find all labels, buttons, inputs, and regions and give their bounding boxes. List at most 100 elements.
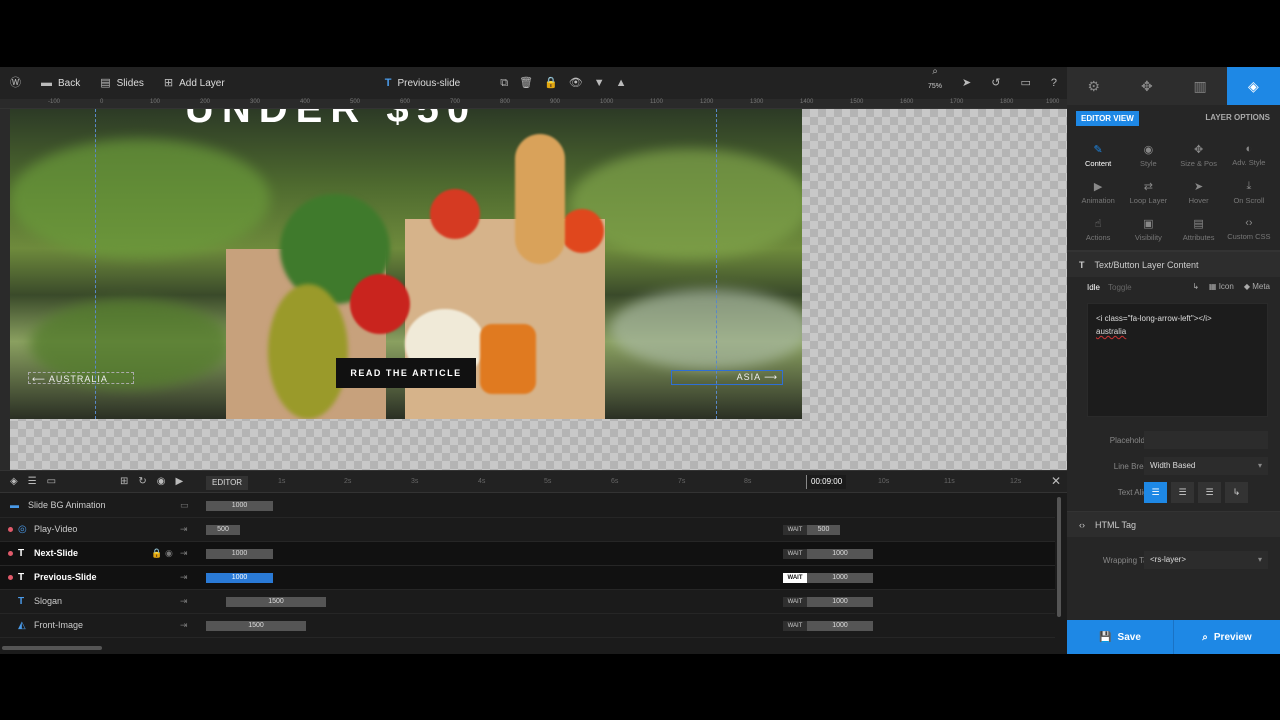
tab-slides[interactable]: ▥ xyxy=(1174,67,1227,105)
icon-button[interactable]: ▦ Icon xyxy=(1209,282,1234,291)
option-on-scroll[interactable]: ⤓ On Scroll xyxy=(1224,176,1274,209)
tab-layers[interactable]: ◈ xyxy=(1226,67,1280,105)
arrow-end-icon[interactable]: ⇥ xyxy=(180,572,188,583)
help-button[interactable]: ? xyxy=(1041,67,1067,99)
folder-icon[interactable]: ▭ xyxy=(47,476,56,487)
option-loop-layer[interactable]: ⇄ Loop Layer xyxy=(1123,176,1173,209)
wait-marker[interactable]: WAIT xyxy=(783,525,807,535)
option-animation[interactable]: ▶ Animation xyxy=(1073,176,1123,209)
end-bar[interactable]: 1000 xyxy=(807,597,873,607)
previous-slide-layer[interactable]: ⟵ AUSTRALIA xyxy=(28,372,134,384)
align-center-icon[interactable]: ☰ xyxy=(1171,482,1194,503)
option-adv-style[interactable]: ◐ Adv. Style xyxy=(1224,139,1274,172)
duplicate-icon[interactable]: ⧉ xyxy=(500,77,508,89)
list-icon[interactable]: ☰ xyxy=(28,476,37,487)
option-custom-css[interactable]: ‹› Custom CSS xyxy=(1224,213,1274,246)
option-label: Actions xyxy=(1085,233,1111,242)
html-tag-section-header[interactable]: ‹› HTML Tag xyxy=(1067,511,1280,537)
align-right-icon[interactable]: ☰ xyxy=(1198,482,1221,503)
editor-tab[interactable]: EDITOR xyxy=(206,476,249,490)
tab-settings[interactable]: ⚙ xyxy=(1067,67,1120,105)
line-break-icon[interactable]: ↳ xyxy=(1225,482,1248,503)
play-icon[interactable]: ▶ xyxy=(176,476,184,487)
timeline-row[interactable]: ▬ Slide BG Animation ▭ 1000 xyxy=(0,494,1055,518)
save-button[interactable]: 💾 Save xyxy=(1067,620,1173,654)
end-bar[interactable]: 1000 xyxy=(807,621,873,631)
end-bar[interactable]: 1000 xyxy=(807,549,873,559)
wrapping-tag-select[interactable]: <rs-layer> ▾ xyxy=(1144,551,1268,569)
lock-icon[interactable]: 🔒 xyxy=(544,77,558,89)
animation-bar[interactable]: 500 xyxy=(206,525,240,535)
animation-bar[interactable]: 1500 xyxy=(226,597,326,607)
slide-headline[interactable]: UNDER $50 xyxy=(185,109,477,132)
chevron-down-icon[interactable]: ▼ xyxy=(594,77,605,89)
close-icon[interactable]: ✕ xyxy=(1051,474,1061,488)
wait-marker[interactable]: WAIT xyxy=(783,573,807,583)
audio-icon[interactable]: ◉ xyxy=(157,476,166,487)
content-line: <i class="fa-long-arrow-left"></i> xyxy=(1096,314,1212,323)
select-tool-button[interactable]: ➤ xyxy=(952,67,981,99)
lock-icon[interactable]: 🔒 xyxy=(151,548,162,559)
zoom-button[interactable]: ⌕ 75% xyxy=(918,67,952,99)
timeline-row[interactable]: T Next-Slide 🔒 ◉ ⇥ 1000 WAIT 1000 xyxy=(0,542,1055,566)
timeline-vertical-scrollbar[interactable] xyxy=(1057,497,1061,617)
animation-bar[interactable]: 1500 xyxy=(206,621,306,631)
line-break-select[interactable]: Width Based ▾ xyxy=(1144,457,1268,475)
wait-marker[interactable]: WAIT xyxy=(783,621,807,631)
arrow-end-icon[interactable]: ⇥ xyxy=(180,548,188,559)
timeline-row[interactable]: T Previous-Slide ⇥ 1000 WAIT 1000 xyxy=(0,566,1055,590)
option-size-pos[interactable]: ✥ Size & Pos xyxy=(1174,139,1224,172)
preview-button[interactable]: ⌕ Preview xyxy=(1173,620,1280,654)
timeline-row[interactable]: ◭ Front-Image ⇥ 1500 WAIT 1000 xyxy=(0,614,1055,638)
option-content[interactable]: ✎ Content xyxy=(1073,139,1123,172)
canvas-stage[interactable]: UNDER $50 READ THE ARTICLE ⟵ AUSTRALIA A… xyxy=(10,109,1067,470)
end-bar[interactable]: 1000 xyxy=(807,573,873,583)
back-button[interactable]: ▬ Back xyxy=(31,67,90,99)
timeline-row[interactable]: T Slogan ⇥ 1500 WAIT 1000 xyxy=(0,590,1055,614)
option-actions[interactable]: ☝ Actions xyxy=(1073,213,1123,246)
folder-icon[interactable]: ▭ xyxy=(180,500,189,511)
line-break-icon[interactable]: ↳ xyxy=(1192,282,1199,291)
grid-icon[interactable]: ⊞ xyxy=(120,476,128,487)
delete-icon[interactable]: 🗑 xyxy=(519,77,533,89)
editor-view-badge[interactable]: EDITOR VIEW xyxy=(1076,111,1139,126)
timeline-row[interactable]: ◎ Play-Video ⇥ 500 WAIT 500 xyxy=(0,518,1055,542)
idle-tab[interactable]: Idle xyxy=(1087,283,1100,292)
meta-button[interactable]: ◆ Meta xyxy=(1244,282,1270,291)
layers-icon[interactable]: ◈ xyxy=(10,476,18,487)
slides-button[interactable]: ▤ Slides xyxy=(90,67,154,99)
option-style[interactable]: ◉ Style xyxy=(1123,139,1173,172)
toggle-tab[interactable]: Toggle xyxy=(1108,283,1132,292)
animation-bar[interactable]: 1000 xyxy=(206,549,273,559)
end-bar[interactable]: 500 xyxy=(807,525,840,535)
option-visibility[interactable]: ▣ Visibility xyxy=(1123,213,1173,246)
wait-marker[interactable]: WAIT xyxy=(783,549,807,559)
wordpress-button[interactable]: Ⓦ xyxy=(0,67,31,99)
device-button[interactable]: ▭ xyxy=(1010,67,1040,99)
align-left-icon[interactable]: ☰ xyxy=(1144,482,1167,503)
visibility-icon[interactable]: ◉ xyxy=(165,548,173,559)
refresh-icon[interactable]: ↻ xyxy=(138,476,146,487)
add-layer-button[interactable]: ⊞ Add Layer xyxy=(154,67,235,99)
content-section-header[interactable]: T Text/Button Layer Content xyxy=(1067,251,1280,277)
timeline-horizontal-scrollbar[interactable] xyxy=(2,646,102,650)
playhead[interactable]: 00:09:00 xyxy=(806,475,847,489)
current-layer-selector[interactable]: T Previous-slide xyxy=(375,67,471,99)
visibility-icon[interactable]: 👁 xyxy=(569,77,583,89)
chevron-up-icon[interactable]: ▲ xyxy=(616,77,627,89)
placeholder-input[interactable] xyxy=(1144,431,1268,449)
slide-canvas[interactable]: UNDER $50 READ THE ARTICLE ⟵ AUSTRALIA A… xyxy=(10,109,802,419)
next-slide-layer[interactable]: ASIA ⟶ xyxy=(671,370,783,385)
read-article-button[interactable]: READ THE ARTICLE xyxy=(336,358,476,388)
arrow-end-icon[interactable]: ⇥ xyxy=(180,596,188,607)
arrow-end-icon[interactable]: ⇥ xyxy=(180,620,188,631)
option-hover[interactable]: ➤ Hover xyxy=(1174,176,1224,209)
option-attributes[interactable]: ▤ Attributes xyxy=(1174,213,1224,246)
arrow-end-icon[interactable]: ⇥ xyxy=(180,524,188,535)
animation-bar[interactable]: 1000 xyxy=(206,501,273,511)
undo-button[interactable]: ↺ xyxy=(981,67,1010,99)
wait-marker[interactable]: WAIT xyxy=(783,597,807,607)
tab-navigation[interactable]: ✥ xyxy=(1120,67,1173,105)
layer-content-textarea[interactable]: <i class="fa-long-arrow-left"></i> austr… xyxy=(1087,303,1268,417)
animation-bar[interactable]: 1000 xyxy=(206,573,273,583)
